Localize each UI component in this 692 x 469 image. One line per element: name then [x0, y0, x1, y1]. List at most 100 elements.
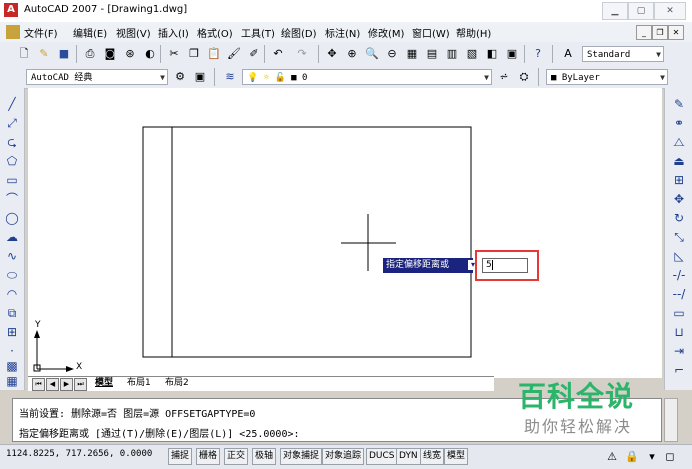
dyn-toggle[interactable]: DYN — [396, 448, 421, 465]
close-button[interactable]: ✕ — [654, 2, 686, 20]
next-tab-icon[interactable]: ▶ — [60, 378, 73, 391]
snap-toggle[interactable]: 捕捉 — [168, 448, 193, 465]
block-editor-icon[interactable]: ✐ — [246, 46, 262, 62]
osnap-toggle[interactable]: 对象捕捉 — [280, 448, 323, 465]
pan-icon[interactable]: ✥ — [324, 46, 340, 62]
doc-restore-button[interactable]: ❐ — [652, 25, 668, 40]
save-icon[interactable]: ■ — [56, 46, 72, 62]
ortho-toggle[interactable]: 正交 — [224, 448, 249, 465]
first-tab-icon[interactable]: ⏮ — [32, 378, 45, 391]
extend-icon[interactable]: --/ — [670, 286, 688, 302]
text-style-icon[interactable]: A — [560, 46, 576, 62]
break-icon[interactable]: ▭ — [670, 305, 688, 321]
status-menu-icon[interactable]: ▾ — [644, 449, 660, 465]
maximize-button[interactable]: ▢ — [628, 2, 654, 20]
erase-icon[interactable]: ✎ — [670, 96, 688, 112]
menu-draw[interactable]: 绘图(D) — [281, 25, 317, 40]
etransmit-icon[interactable]: ◐ — [142, 46, 158, 62]
rotate-icon[interactable]: ↻ — [670, 210, 688, 226]
tool-palettes-icon[interactable]: ▥ — [444, 46, 460, 62]
new-icon[interactable]: 🗋 — [16, 46, 32, 62]
menu-dimension[interactable]: 标注(N) — [325, 25, 360, 40]
zoom-previous-icon[interactable]: ⊖ — [384, 46, 400, 62]
menu-tools[interactable]: 工具(T) — [241, 25, 275, 40]
polar-toggle[interactable]: 极轴 — [252, 448, 277, 465]
zoom-window-icon[interactable]: 🔍 — [364, 46, 380, 62]
prev-tab-icon[interactable]: ◀ — [46, 378, 59, 391]
layer-previous-icon[interactable]: ⛭ — [516, 69, 532, 85]
polyline-icon[interactable]: ⮎ — [3, 134, 21, 150]
spline-icon[interactable]: ∿ — [3, 248, 21, 264]
plot-icon[interactable]: ⎙ — [82, 46, 98, 62]
tab-model[interactable]: 模型 — [92, 377, 116, 390]
redo-icon[interactable]: ↷ — [294, 46, 310, 62]
command-scrollbar[interactable] — [664, 398, 678, 442]
menu-window[interactable]: 窗口(W) — [412, 25, 450, 40]
menu-insert[interactable]: 插入(I) — [158, 25, 189, 40]
join-icon[interactable]: ⊔ — [670, 324, 688, 340]
copy-icon[interactable]: ❐ — [186, 46, 202, 62]
doc-close-button[interactable]: ✕ — [668, 25, 684, 40]
color-control-select[interactable]: ■ ByLayer ▼ — [546, 69, 668, 85]
line-icon[interactable]: ╱ — [3, 96, 21, 112]
clean-screen-icon[interactable]: ◻ — [662, 449, 678, 465]
zoom-realtime-icon[interactable]: ⊕ — [344, 46, 360, 62]
layer-properties-icon[interactable]: ≋ — [222, 69, 238, 85]
mirror-icon[interactable]: ⧍ — [670, 134, 688, 150]
undo-icon[interactable]: ↶ — [270, 46, 286, 62]
minimize-button[interactable]: ▁ — [602, 2, 628, 20]
preview-icon[interactable]: ◙ — [102, 46, 118, 62]
properties-icon[interactable]: ▦ — [404, 46, 420, 62]
publish-icon[interactable]: ⊛ — [122, 46, 138, 62]
tab-layout2[interactable]: 布局2 — [162, 377, 192, 390]
layer-select[interactable]: 💡 ☼ 🔓 ■ 0 ▼ — [242, 69, 492, 85]
array-icon[interactable]: ⊞ — [670, 172, 688, 188]
menu-view[interactable]: 视图(V) — [116, 25, 151, 40]
hatch-icon[interactable]: ▩ — [3, 358, 21, 374]
fillet-icon[interactable]: ⌐ — [670, 362, 688, 378]
menu-format[interactable]: 格式(O) — [197, 25, 233, 40]
text-style-select[interactable]: Standard ▼ — [582, 46, 664, 62]
copy-object-icon[interactable]: ⚭ — [670, 115, 688, 131]
ellipse-arc-icon[interactable]: ◠ — [3, 286, 21, 302]
move-icon[interactable]: ✥ — [670, 191, 688, 207]
lock-icon[interactable]: 🔒 — [624, 449, 640, 465]
make-block-icon[interactable]: ⊞ — [3, 324, 21, 340]
rectangle-icon[interactable]: ▭ — [3, 172, 21, 188]
trim-icon[interactable]: -/- — [670, 267, 688, 283]
tab-layout1[interactable]: 布局1 — [124, 377, 154, 390]
sheet-set-icon[interactable]: ▧ — [464, 46, 480, 62]
revision-cloud-icon[interactable]: ☁ — [3, 229, 21, 245]
paste-icon[interactable]: 📋 — [206, 46, 222, 62]
communication-center-icon[interactable]: ⚠ — [604, 449, 620, 465]
menu-edit[interactable]: 编辑(E) — [73, 25, 107, 40]
open-icon[interactable]: ✎ — [36, 46, 52, 62]
match-properties-icon[interactable]: 🖌 — [226, 46, 242, 62]
construction-line-icon[interactable]: ⤢ — [3, 115, 21, 131]
point-icon[interactable]: · — [3, 343, 21, 359]
document-icon[interactable] — [6, 25, 20, 39]
workspace-settings-icon[interactable]: ⚙ — [172, 69, 188, 85]
scale-icon[interactable]: ⤡ — [670, 229, 688, 245]
cut-icon[interactable]: ✂ — [166, 46, 182, 62]
make-object-layer-current-icon[interactable]: ⩫ — [496, 69, 512, 85]
otrack-toggle[interactable]: 对象追踪 — [322, 448, 365, 465]
workspace-select[interactable]: AutoCAD 经典 ▼ — [26, 69, 168, 85]
menu-help[interactable]: 帮助(H) — [456, 25, 491, 40]
last-tab-icon[interactable]: ⏭ — [74, 378, 87, 391]
help-icon[interactable]: ? — [530, 46, 546, 62]
drawing-area[interactable]: Y X 指定偏移距离或 ▾ 5 — [28, 88, 662, 378]
insert-block-icon[interactable]: ⧉ — [3, 305, 21, 321]
polygon-icon[interactable]: ⬠ — [3, 153, 21, 169]
dynamic-input-field[interactable]: 5 — [482, 258, 528, 273]
gradient-icon[interactable]: ▦ — [3, 373, 21, 389]
circle-icon[interactable]: ◯ — [3, 210, 21, 226]
ellipse-icon[interactable]: ⬭ — [3, 267, 21, 283]
markup-icon[interactable]: ◧ — [484, 46, 500, 62]
calculator-icon[interactable]: ▣ — [504, 46, 520, 62]
ducs-toggle[interactable]: DUCS — [366, 448, 398, 465]
arc-icon[interactable]: ⌒ — [3, 191, 21, 207]
doc-minimize-button[interactable]: _ — [636, 25, 652, 40]
offset-icon[interactable]: ⏏ — [670, 153, 688, 169]
lineweight-toggle[interactable]: 线宽 — [420, 448, 445, 465]
